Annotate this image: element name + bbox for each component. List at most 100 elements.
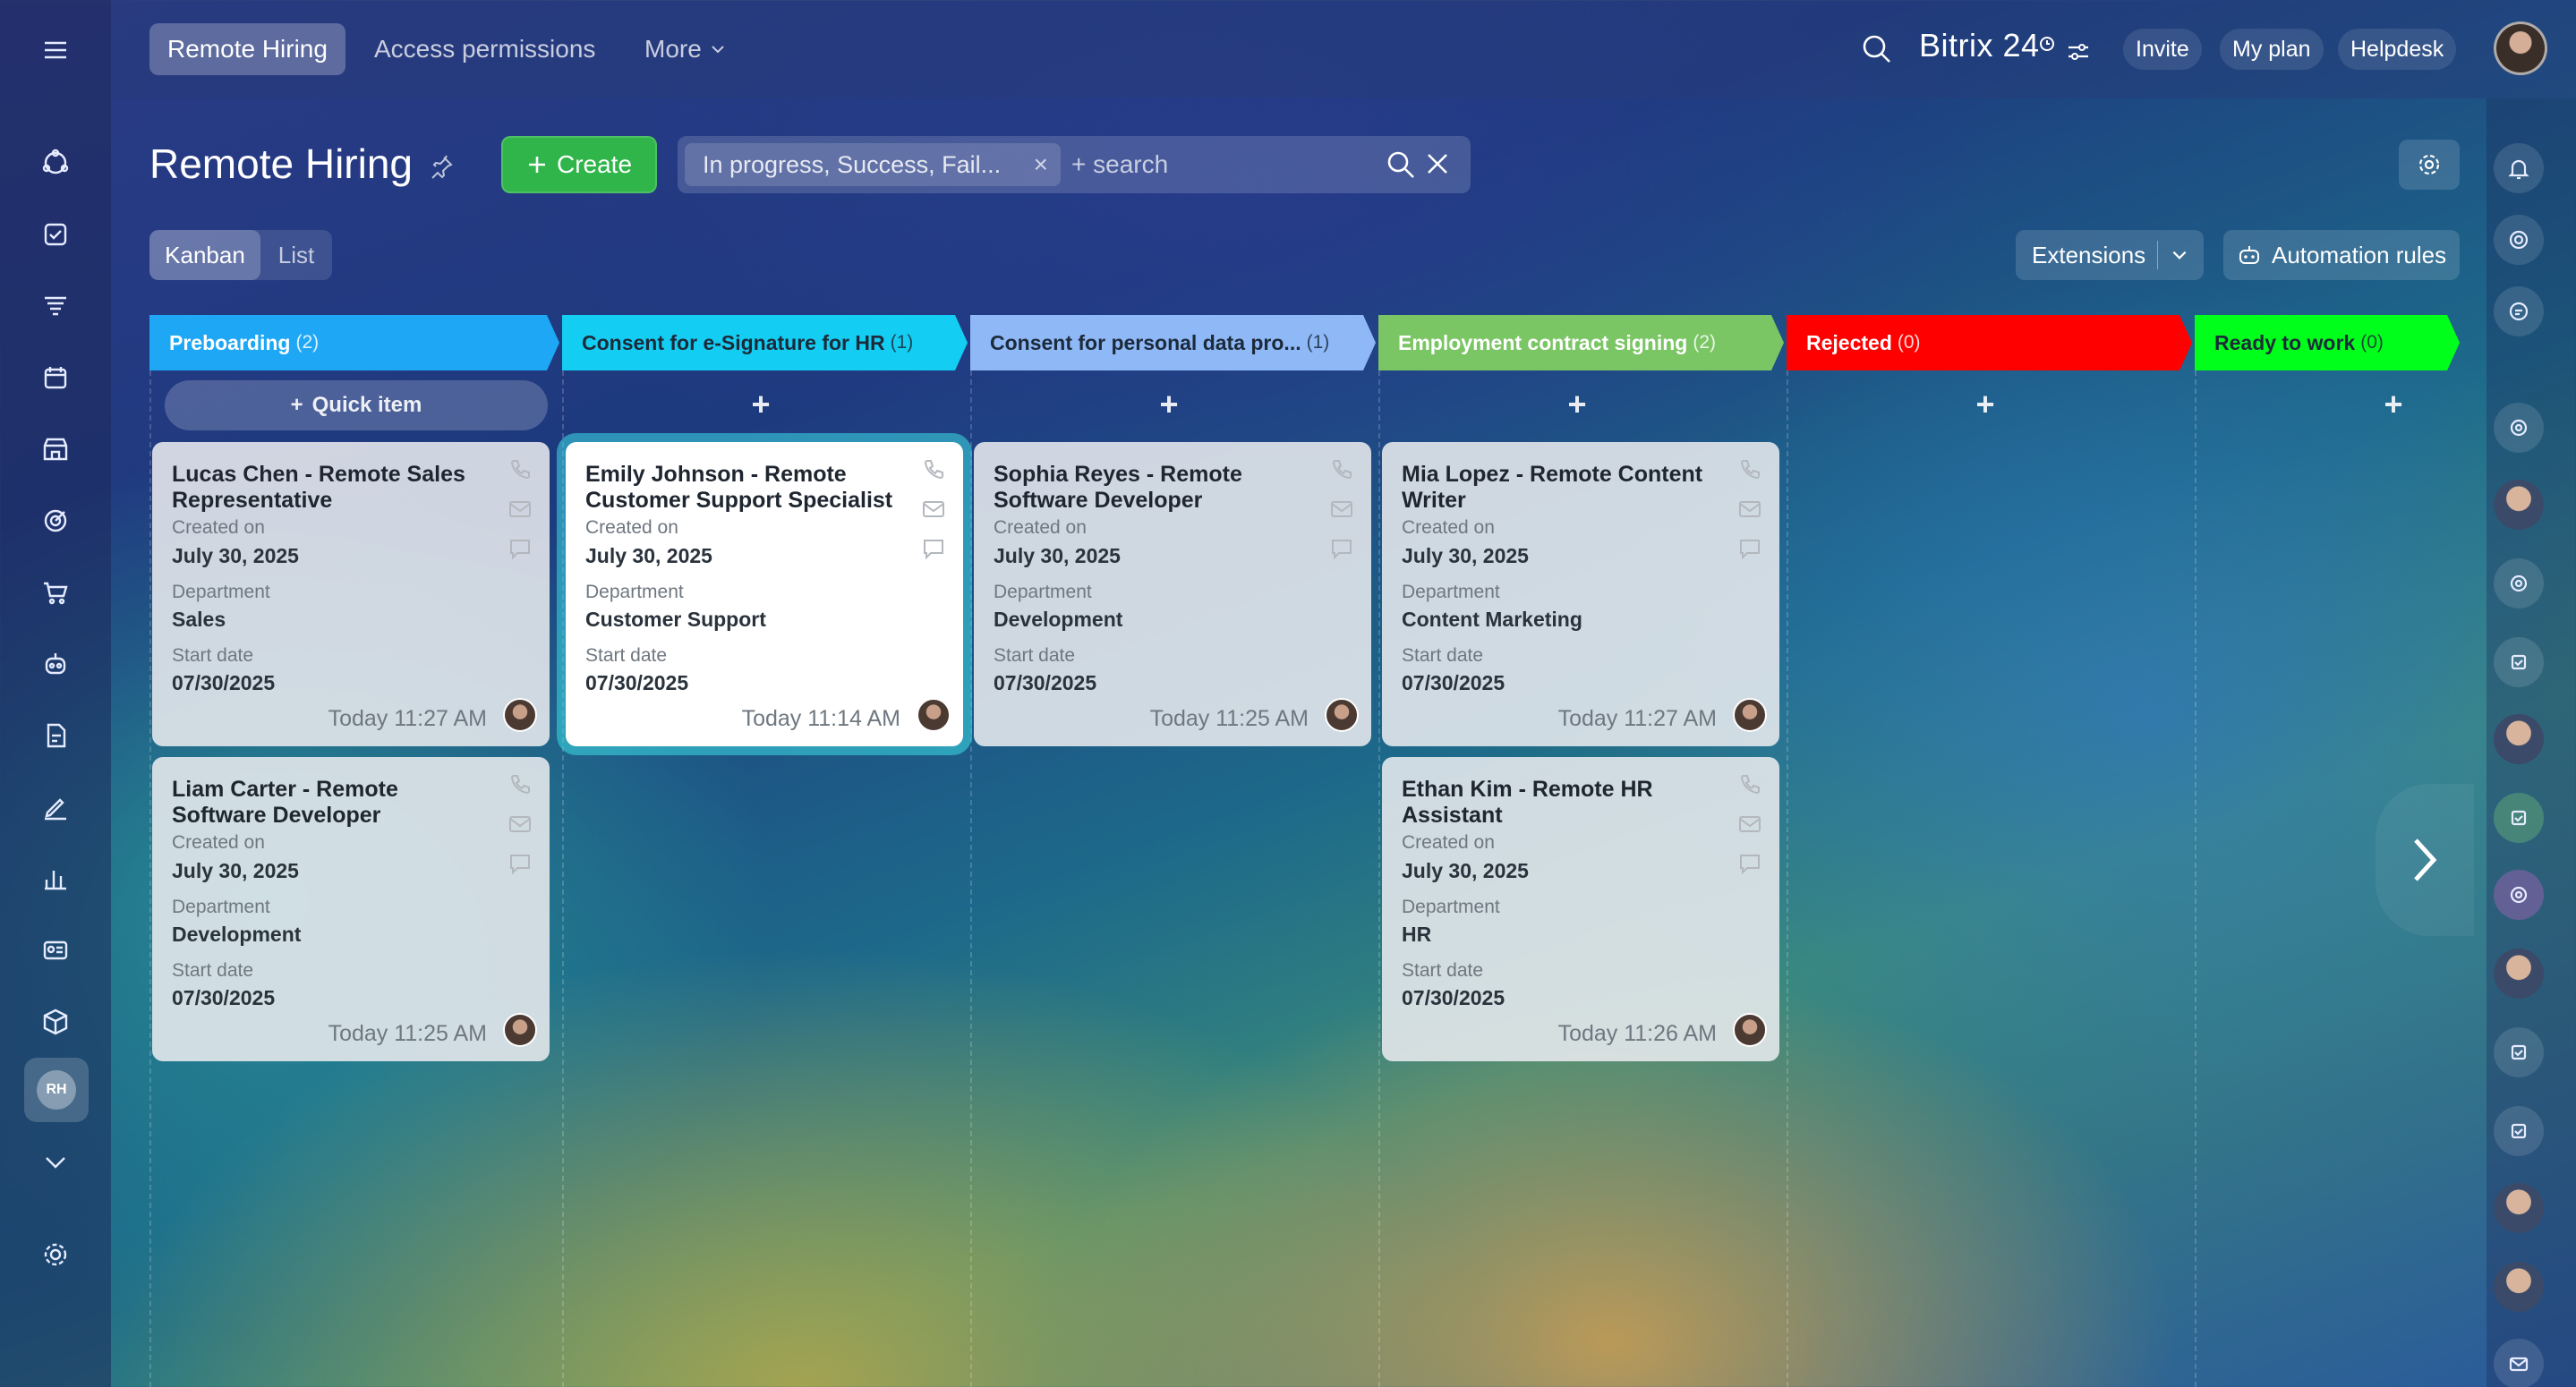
clear-search-icon[interactable] — [1424, 150, 1451, 177]
create-button[interactable]: Create — [501, 136, 657, 193]
pin-icon[interactable] — [428, 154, 455, 181]
mail-icon[interactable] — [2494, 1339, 2544, 1387]
activity-icon[interactable] — [2494, 215, 2544, 265]
crm-icon[interactable] — [34, 141, 77, 184]
mail-icon[interactable] — [507, 496, 533, 523]
feed-icon[interactable] — [34, 285, 77, 328]
filter-search-bar[interactable]: In progress, Success, Fail... × — [678, 136, 1471, 193]
quick-item-button[interactable]: + Quick item — [165, 380, 548, 430]
sliders-icon[interactable] — [2066, 39, 2091, 64]
document-edit-icon[interactable] — [34, 714, 77, 757]
task-chat-icon[interactable] — [2494, 637, 2544, 687]
chat-search-icon[interactable] — [2494, 286, 2544, 336]
helpdesk-button[interactable]: Helpdesk — [2338, 29, 2457, 70]
stage-header[interactable]: Consent for personal data pro... (1) — [970, 315, 1376, 370]
contact-avatar[interactable] — [2494, 1262, 2544, 1312]
chat-icon[interactable] — [1328, 535, 1355, 562]
task-chat-icon[interactable] — [2494, 1027, 2544, 1077]
card-title[interactable]: Mia Lopez - Remote Content Writer — [1402, 462, 1715, 514]
chat-icon[interactable] — [507, 535, 533, 562]
kanban-card[interactable]: Mia Lopez - Remote Content Writer Created… — [1382, 442, 1779, 746]
automation-rules-button[interactable]: Automation rules — [2223, 230, 2460, 280]
kanban-card[interactable]: Ethan Kim - Remote HR Assistant Created o… — [1382, 757, 1779, 1061]
cart-icon[interactable] — [34, 571, 77, 614]
gear-icon[interactable] — [34, 1233, 77, 1276]
group-chat-icon[interactable] — [2494, 403, 2544, 453]
responsible-avatar[interactable] — [1733, 698, 1767, 732]
group-chat-icon[interactable] — [2494, 558, 2544, 608]
target-icon[interactable] — [34, 499, 77, 542]
card-title[interactable]: Liam Carter - Remote Software Developer — [172, 777, 485, 829]
stage-header[interactable]: Employment contract signing (2) — [1378, 315, 1784, 370]
kanban-card[interactable]: Liam Carter - Remote Software Developer C… — [152, 757, 550, 1061]
close-icon[interactable]: × — [1034, 150, 1048, 179]
responsible-avatar[interactable] — [1733, 1013, 1767, 1047]
responsible-avatar[interactable] — [917, 698, 951, 732]
add-item-button[interactable]: + — [1151, 386, 1187, 422]
calendar-icon[interactable] — [34, 356, 77, 399]
chat-icon[interactable] — [507, 850, 533, 877]
chat-icon[interactable] — [920, 535, 947, 562]
stage-header[interactable]: Rejected (0) — [1787, 315, 2192, 370]
mail-icon[interactable] — [507, 811, 533, 838]
kanban-view-tab[interactable]: Kanban — [149, 230, 260, 280]
mail-icon[interactable] — [1736, 496, 1763, 523]
add-item-button[interactable]: + — [743, 386, 779, 422]
filter-chip[interactable]: In progress, Success, Fail... × — [685, 143, 1061, 186]
stage-header[interactable]: Ready to work (0) — [2195, 315, 2460, 370]
user-avatar[interactable] — [2494, 21, 2547, 75]
card-title[interactable]: Emily Johnson - Remote Customer Support … — [585, 462, 899, 514]
phone-icon[interactable] — [507, 771, 533, 798]
sign-icon[interactable] — [34, 786, 77, 829]
tasks-icon[interactable] — [34, 213, 77, 256]
mail-icon[interactable] — [1328, 496, 1355, 523]
kanban-card[interactable]: Sophia Reyes - Remote Software Developer… — [974, 442, 1371, 746]
kanban-card[interactable]: Emily Johnson - Remote Customer Support … — [566, 442, 963, 746]
mail-icon[interactable] — [920, 496, 947, 523]
mail-icon[interactable] — [1736, 811, 1763, 838]
hamburger-menu-icon[interactable] — [34, 29, 77, 72]
phone-icon[interactable] — [920, 456, 947, 483]
add-item-button[interactable]: + — [1559, 386, 1595, 422]
contact-avatar[interactable] — [2494, 480, 2544, 530]
robot-icon[interactable] — [34, 642, 77, 685]
chevron-down-icon[interactable] — [2170, 245, 2189, 265]
package-icon[interactable] — [34, 1000, 77, 1043]
remote-hiring-app-avatar[interactable]: RH — [24, 1058, 89, 1122]
analytics-icon[interactable] — [34, 857, 77, 900]
kanban-settings-button[interactable] — [2399, 140, 2460, 190]
card-title[interactable]: Ethan Kim - Remote HR Assistant — [1402, 777, 1715, 829]
stage-header[interactable]: Consent for e-Signature for HR (1) — [562, 315, 968, 370]
task-chat-icon[interactable] — [2494, 793, 2544, 843]
contact-card-icon[interactable] — [34, 929, 77, 972]
phone-icon[interactable] — [1328, 456, 1355, 483]
chevron-down-icon[interactable] — [34, 1140, 77, 1183]
card-title[interactable]: Sophia Reyes - Remote Software Developer — [994, 462, 1307, 514]
invite-button[interactable]: Invite — [2123, 29, 2202, 70]
phone-icon[interactable] — [1736, 771, 1763, 798]
task-chat-icon[interactable] — [2494, 1106, 2544, 1156]
search-icon[interactable] — [1860, 32, 1894, 66]
extensions-button[interactable]: Extensions — [2016, 230, 2204, 280]
search-icon[interactable] — [1385, 149, 1417, 181]
responsible-avatar[interactable] — [503, 1013, 537, 1047]
tab-more[interactable]: More — [627, 23, 745, 75]
bell-icon[interactable] — [2494, 143, 2544, 193]
add-item-button[interactable]: + — [1967, 386, 2003, 422]
kanban-card[interactable]: Lucas Chen - Remote Sales Representative… — [152, 442, 550, 746]
stage-header[interactable]: Preboarding (2) — [149, 315, 559, 370]
store-icon[interactable] — [34, 428, 77, 471]
phone-icon[interactable] — [1736, 456, 1763, 483]
my-plan-button[interactable]: My plan — [2220, 29, 2324, 70]
card-title[interactable]: Lucas Chen - Remote Sales Representative — [172, 462, 485, 514]
contact-avatar[interactable] — [2494, 1183, 2544, 1233]
phone-icon[interactable] — [507, 456, 533, 483]
chat-icon[interactable] — [1736, 850, 1763, 877]
contact-avatar[interactable] — [2494, 714, 2544, 764]
chat-icon[interactable] — [1736, 535, 1763, 562]
scroll-right-button[interactable] — [2376, 784, 2474, 936]
responsible-avatar[interactable] — [503, 698, 537, 732]
tab-remote-hiring[interactable]: Remote Hiring — [149, 23, 345, 75]
add-item-button[interactable]: + — [2376, 386, 2411, 422]
group-chat-icon[interactable] — [2494, 870, 2544, 920]
